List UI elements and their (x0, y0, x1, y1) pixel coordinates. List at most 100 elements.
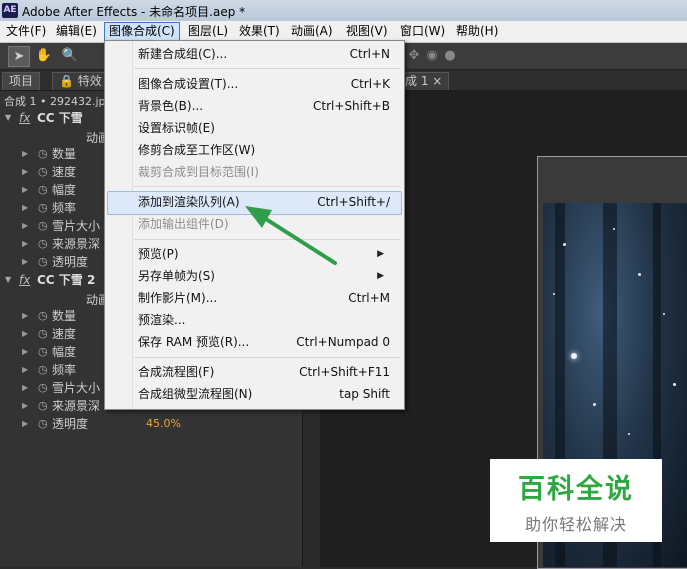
menu-item-label: 新建合成组(C)... (138, 47, 228, 61)
menu-item-label: 保存 RAM 预览(R)... (138, 335, 250, 349)
axis-tool-icon[interactable]: ◉ (422, 46, 442, 65)
collapse-triangle-icon[interactable]: ▶ (22, 199, 28, 217)
menu-file[interactable]: 文件(F) (2, 23, 50, 40)
tab-composition[interactable]: 成 1 × (398, 72, 450, 90)
watermark-logo: 百科全说 助你轻松解决 (490, 459, 662, 542)
menu-edit[interactable]: 编辑(E) (52, 23, 101, 40)
collapse-triangle-icon[interactable]: ▶ (22, 325, 28, 343)
menu-item-shortcut: Ctrl+Numpad 0 (296, 335, 390, 349)
menu-item-save-frame-as[interactable]: 另存单帧为(S) ▶ (138, 266, 390, 286)
expand-triangle-icon[interactable]: ▼ (5, 271, 11, 289)
menu-composition[interactable]: 图像合成(C) (104, 22, 180, 41)
effect-name: CC 下雪 (37, 111, 83, 125)
menu-item-add-to-render-queue[interactable]: 添加到渲染队列(A) Ctrl+Shift+/ (138, 192, 390, 212)
collapse-triangle-icon[interactable]: ▶ (22, 163, 28, 181)
menu-item-comp-flowchart[interactable]: 合成流程图(F) Ctrl+Shift+F11 (138, 362, 390, 382)
menu-layer[interactable]: 图层(L) (184, 23, 232, 40)
collapse-triangle-icon[interactable]: ▶ (22, 181, 28, 199)
menu-gutter (105, 41, 133, 409)
stopwatch-icon[interactable]: ◷ (38, 343, 48, 361)
property-label: 透明度 (52, 417, 89, 431)
menu-item-make-movie[interactable]: 制作影片(M)... Ctrl+M (138, 288, 390, 308)
pin-tool-icon[interactable]: ✥ (404, 46, 424, 65)
property-label: 透明度 (52, 255, 89, 269)
tab-composition-label: 成 1 (405, 74, 429, 88)
menu-item-set-poster-frame[interactable]: 设置标识帧(E) (138, 118, 390, 138)
menu-view[interactable]: 视图(V) (342, 23, 392, 40)
composition-menu-dropdown: 新建合成组(C)... Ctrl+N 图像合成设置(T)... Ctrl+K 背景色… (104, 40, 405, 410)
collapse-triangle-icon[interactable]: ▶ (22, 253, 28, 271)
menu-item-composition-settings[interactable]: 图像合成设置(T)... Ctrl+K (138, 74, 390, 94)
menu-item-preview[interactable]: 预览(P) ▶ (138, 244, 390, 264)
menu-effect[interactable]: 效果(T) (235, 23, 284, 40)
menu-item-trim-comp[interactable]: 修剪合成至工作区(W) (138, 140, 390, 160)
property-row[interactable]: ▶ ◷ 透明度 45.0% (0, 415, 302, 433)
menu-item-save-ram-preview[interactable]: 保存 RAM 预览(R)... Ctrl+Numpad 0 (138, 332, 390, 352)
property-label: 数量 (52, 147, 77, 161)
collapse-triangle-icon[interactable]: ▶ (22, 145, 28, 163)
fx-icon[interactable]: fx (19, 109, 30, 127)
window-title: Adobe After Effects - 未命名项目.aep * (22, 5, 246, 19)
collapse-triangle-icon[interactable]: ▶ (22, 217, 28, 235)
stopwatch-icon[interactable]: ◷ (38, 379, 48, 397)
menu-separator (134, 239, 400, 240)
property-label: 数量 (52, 309, 77, 323)
stopwatch-icon[interactable]: ◷ (38, 217, 48, 235)
property-label: 频率 (52, 363, 77, 377)
stopwatch-icon[interactable]: ◷ (38, 253, 48, 271)
menu-animation[interactable]: 动画(A) (287, 23, 337, 40)
stopwatch-icon[interactable]: ◷ (38, 361, 48, 379)
stopwatch-icon[interactable]: ◷ (38, 199, 48, 217)
tab-project[interactable]: 项目 (2, 72, 41, 90)
stopwatch-icon[interactable]: ◷ (38, 235, 48, 253)
property-label: 幅度 (52, 345, 77, 359)
stopwatch-icon[interactable]: ◷ (38, 307, 48, 325)
opacity-value[interactable]: 45.0% (146, 415, 181, 433)
menu-item-label: 添加输出组件(D) (138, 217, 229, 231)
menu-item-label: 背景色(B)... (138, 99, 204, 113)
collapse-triangle-icon[interactable]: ▶ (22, 307, 28, 325)
fx-icon[interactable]: fx (19, 271, 30, 289)
expand-triangle-icon[interactable]: ▼ (5, 109, 11, 127)
menu-item-label: 添加到渲染队列(A) (138, 195, 240, 209)
stopwatch-icon[interactable]: ◷ (38, 163, 48, 181)
close-icon[interactable]: × (432, 74, 442, 88)
menu-window[interactable]: 窗口(W) (396, 23, 449, 40)
menu-item-add-output-module: 添加输出组件(D) (138, 214, 390, 234)
menu-item-label: 另存单帧为(S) (138, 269, 215, 283)
menu-item-pre-render[interactable]: 预渲染... (138, 310, 390, 330)
menu-item-label: 合成流程图(F) (138, 365, 215, 379)
menu-item-shortcut: Ctrl+N (349, 47, 390, 61)
menu-item-label: 制作影片(M)... (138, 291, 218, 305)
selection-tool-icon[interactable]: ➤ (8, 46, 30, 67)
zoom-tool-icon[interactable]: 🔍 (60, 46, 80, 65)
menu-item-background-color[interactable]: 背景色(B)... Ctrl+Shift+B (138, 96, 390, 116)
stopwatch-icon[interactable]: ◷ (38, 397, 48, 415)
collapse-triangle-icon[interactable]: ▶ (22, 397, 28, 415)
property-label: 速度 (52, 165, 77, 179)
collapse-triangle-icon[interactable]: ▶ (22, 235, 28, 253)
tab-effect-controls[interactable]: 🔒 特效 (52, 72, 109, 90)
menu-item-shortcut: Ctrl+Shift+/ (317, 195, 390, 209)
menu-item-shortcut: Ctrl+K (350, 77, 390, 91)
property-label: 雪片大小 (52, 219, 101, 233)
menu-item-label: 预渲染... (138, 313, 186, 327)
stopwatch-icon[interactable]: ◷ (38, 325, 48, 343)
stopwatch-icon[interactable]: ◷ (38, 181, 48, 199)
menu-item-label: 预览(P) (138, 247, 179, 261)
roto-tool-icon[interactable]: ● (440, 46, 460, 65)
stopwatch-icon[interactable]: ◷ (38, 145, 48, 163)
stopwatch-icon[interactable]: ◷ (38, 415, 48, 433)
menu-item-shortcut: Ctrl+Shift+B (313, 99, 390, 113)
collapse-triangle-icon[interactable]: ▶ (22, 415, 28, 433)
property-label: 来源景深 (52, 237, 101, 251)
collapse-triangle-icon[interactable]: ▶ (22, 379, 28, 397)
collapse-triangle-icon[interactable]: ▶ (22, 361, 28, 379)
collapse-triangle-icon[interactable]: ▶ (22, 343, 28, 361)
menu-item-shortcut: Ctrl+M (348, 291, 390, 305)
menu-item-comp-mini-flowchart[interactable]: 合成组微型流程图(N) tap Shift (138, 384, 390, 404)
hand-tool-icon[interactable]: ✋ (34, 46, 54, 65)
menu-item-label: 裁剪合成到目标范围(I) (138, 165, 259, 179)
menu-help[interactable]: 帮助(H) (452, 23, 502, 40)
menu-item-new-composition[interactable]: 新建合成组(C)... Ctrl+N (138, 44, 390, 64)
